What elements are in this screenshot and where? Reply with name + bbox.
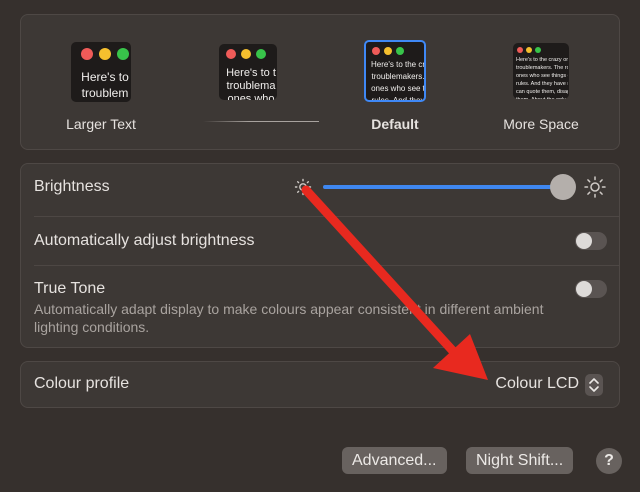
scale-option-label: More Space [503, 116, 579, 132]
colour-profile-panel: Colour profile Colour LCD [20, 361, 620, 408]
minimize-dot-icon [241, 49, 251, 59]
window-controls [81, 48, 129, 60]
brightness-slider[interactable] [323, 185, 563, 189]
toggle-knob [576, 233, 592, 249]
minimize-dot-icon [384, 47, 392, 55]
zoom-dot-icon [256, 49, 266, 59]
close-dot-icon [517, 47, 523, 53]
scale-separator-line [203, 121, 319, 122]
true-tone-toggle[interactable] [575, 280, 607, 298]
auto-brightness-label: Automatically adjust brightness [34, 232, 255, 249]
sun-large-icon [584, 176, 606, 198]
true-tone-label: True Tone [34, 280, 106, 297]
sample-text: Here's to t troublema ones who [226, 67, 276, 100]
scale-option-more-space[interactable]: Here's to the crazy ones troublemakers. … [481, 37, 601, 132]
colour-profile-stepper[interactable] [585, 374, 603, 396]
window-controls [372, 47, 404, 55]
divider [34, 265, 619, 266]
brightness-label: Brightness [34, 178, 110, 195]
up-down-chevron-icon [589, 378, 599, 392]
help-button[interactable]: ? [596, 448, 622, 474]
sample-text: Here's to the cr troublemakers. ones who… [371, 60, 425, 102]
brightness-slider-thumb[interactable] [550, 174, 576, 200]
scale-option-larger-text[interactable]: Here's to troublem Larger Text [41, 37, 161, 132]
sample-text: Here's to the crazy ones troublemakers. … [516, 57, 568, 99]
colour-profile-label: Colour profile [34, 375, 130, 392]
scale-thumbnail: Here's to the crazy ones troublemakers. … [513, 43, 569, 99]
auto-brightness-toggle[interactable] [575, 232, 607, 250]
zoom-dot-icon [535, 47, 541, 53]
toggle-knob [576, 281, 592, 297]
sun-small-icon [294, 178, 312, 196]
minimize-dot-icon [526, 47, 532, 53]
scale-option-medium[interactable]: Here's to t troublema ones who [169, 37, 319, 122]
scale-thumbnail: Here's to troublem [71, 42, 131, 102]
scale-thumbnail: Here's to t troublema ones who [219, 44, 277, 100]
zoom-dot-icon [396, 47, 404, 55]
close-dot-icon [226, 49, 236, 59]
true-tone-description: Automatically adapt display to make colo… [34, 301, 544, 335]
scale-option-label: Default [371, 116, 419, 132]
scale-option-default[interactable]: Here's to the cr troublemakers. ones who… [335, 37, 455, 132]
divider [34, 216, 619, 217]
display-scale-panel: Here's to troublem Larger Text Here's to… [20, 14, 620, 150]
display-settings-panel: Brightness Automatically adjust brightne… [20, 163, 620, 348]
minimize-dot-icon [99, 48, 111, 60]
window-controls [226, 49, 266, 59]
colour-profile-select[interactable]: Colour LCD [495, 375, 579, 393]
sample-text: Here's to troublem [81, 70, 129, 100]
scale-thumbnail-selected: Here's to the cr troublemakers. ones who… [364, 40, 426, 102]
zoom-dot-icon [117, 48, 129, 60]
night-shift-button[interactable]: Night Shift... [466, 447, 574, 474]
window-controls [517, 47, 541, 53]
close-dot-icon [372, 47, 380, 55]
advanced-button[interactable]: Advanced... [342, 447, 447, 474]
close-dot-icon [81, 48, 93, 60]
scale-option-label: Larger Text [66, 116, 136, 132]
